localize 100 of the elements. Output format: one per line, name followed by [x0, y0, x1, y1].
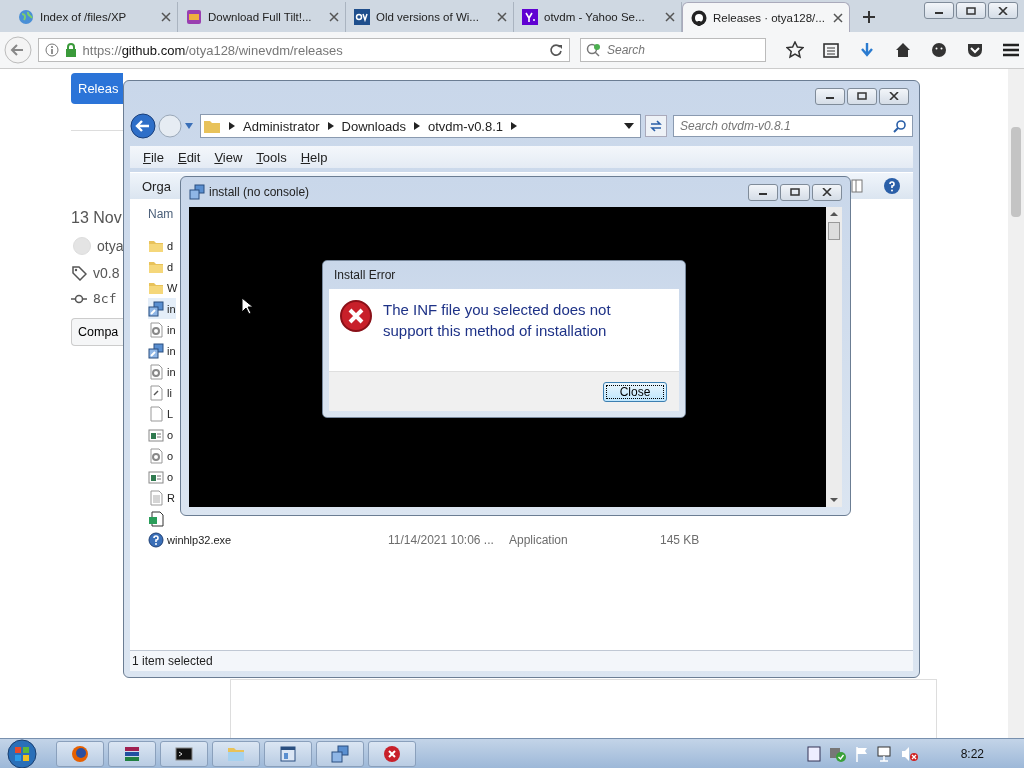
- close-tab-icon[interactable]: [833, 12, 843, 23]
- scroll-up-icon[interactable]: [829, 210, 839, 218]
- menu-item[interactable]: File: [143, 149, 164, 165]
- file-row[interactable]: li: [148, 382, 172, 403]
- maximize-button[interactable]: [956, 2, 986, 19]
- window-file-icon: [148, 426, 164, 443]
- folder-icon: [203, 118, 221, 134]
- text-file-icon: [148, 489, 164, 506]
- close-tab-icon[interactable]: [497, 12, 507, 22]
- menu-item[interactable]: View: [214, 149, 243, 165]
- file-row[interactable]: o: [148, 445, 174, 466]
- smiley-icon[interactable]: [930, 41, 948, 59]
- menu-item[interactable]: Tools: [256, 149, 287, 165]
- address-bar[interactable]: Administrator Downloads otvdm-v0.8.1: [200, 114, 641, 138]
- organize-button[interactable]: Orga: [142, 178, 171, 194]
- dropdown-icon[interactable]: [624, 123, 634, 129]
- scrollbar[interactable]: [1008, 69, 1024, 739]
- chevron-icon[interactable]: [511, 122, 518, 130]
- shield-check-icon[interactable]: [828, 745, 847, 762]
- avatar-icon: [73, 237, 91, 255]
- menu-icon[interactable]: [1002, 41, 1020, 59]
- file-row[interactable]: d: [148, 256, 174, 277]
- author-link[interactable]: otya: [97, 238, 123, 254]
- file-row[interactable]: in: [148, 298, 176, 319]
- releases-button[interactable]: Releas: [71, 73, 123, 104]
- scroll-thumb[interactable]: [1011, 127, 1021, 217]
- file-row[interactable]: [148, 508, 164, 529]
- speaker-muted-icon[interactable]: [900, 745, 919, 762]
- home-icon[interactable]: [894, 41, 912, 59]
- file-row[interactable]: in: [148, 361, 176, 382]
- file-row[interactable]: d: [148, 235, 174, 256]
- breadcrumb[interactable]: otvdm-v0.8.1: [427, 118, 504, 134]
- file-row[interactable]: W: [148, 277, 178, 298]
- close-dialog-button[interactable]: Close: [603, 381, 667, 402]
- taskbar-button[interactable]: [160, 740, 208, 767]
- column-header[interactable]: Nam: [148, 207, 174, 227]
- file-row[interactable]: in: [148, 340, 176, 361]
- file-name: o: [167, 470, 174, 483]
- chevron-icon[interactable]: [413, 122, 420, 130]
- tag-link[interactable]: v0.8: [93, 265, 120, 281]
- address-bar[interactable]: https://github.com/otya128/winevdm/releases: [37, 38, 570, 62]
- taskbar-button[interactable]: [56, 740, 104, 767]
- scroll-thumb[interactable]: [828, 222, 840, 240]
- github-logo-icon: [691, 9, 707, 26]
- ov-logo-icon: [354, 9, 370, 25]
- new-tab-icon[interactable]: [862, 10, 876, 24]
- dialog-title: Install Error: [334, 268, 396, 282]
- document-link-icon: [148, 384, 164, 401]
- yahoo-logo-icon: [522, 9, 538, 25]
- clock[interactable]: 8:22: [960, 746, 984, 761]
- pocket-icon[interactable]: [966, 41, 984, 59]
- chevron-icon[interactable]: [229, 122, 235, 130]
- close-tab-icon[interactable]: [329, 12, 339, 22]
- close-button[interactable]: [879, 87, 909, 105]
- search-field[interactable]: Search otvdm-v0.8.1: [673, 115, 913, 137]
- search-field[interactable]: Search: [580, 38, 766, 62]
- close-button[interactable]: [988, 2, 1018, 19]
- view-icon[interactable]: [851, 179, 863, 193]
- file-row[interactable]: R: [148, 487, 175, 508]
- file-name: in: [167, 302, 176, 315]
- help-icon[interactable]: [883, 177, 901, 195]
- maximize-button[interactable]: [847, 87, 877, 105]
- file-row[interactable]: in: [148, 319, 176, 340]
- release-date: 13 Nov: [71, 209, 122, 227]
- start-button[interactable]: [4, 738, 40, 768]
- commit-link[interactable]: 8cf: [93, 291, 117, 306]
- minimize-button[interactable]: [815, 87, 845, 105]
- document-icon[interactable]: [806, 745, 821, 762]
- refresh-icon[interactable]: [645, 115, 667, 137]
- window-title: install (no console): [209, 185, 311, 199]
- file-row[interactable]: o: [148, 466, 174, 487]
- menu-item[interactable]: Edit: [177, 149, 201, 165]
- download-icon[interactable]: [858, 41, 876, 59]
- compare-button[interactable]: Compa: [71, 318, 123, 346]
- scroll-down-icon[interactable]: [829, 496, 839, 504]
- maximize-button[interactable]: [780, 183, 810, 201]
- breadcrumb[interactable]: Administrator: [243, 118, 320, 134]
- taskbar-button[interactable]: [264, 740, 312, 767]
- reading-list-icon[interactable]: [822, 41, 840, 59]
- close-tab-icon[interactable]: [161, 12, 171, 22]
- chevron-icon[interactable]: [327, 122, 334, 130]
- minimize-button[interactable]: [748, 183, 778, 201]
- browser-tab[interactable]: Releases · otya128/...: [682, 2, 850, 32]
- network-icon[interactable]: [876, 745, 893, 762]
- minimize-button[interactable]: [924, 2, 954, 19]
- registry-file-icon: [148, 510, 164, 527]
- file-name: in: [167, 323, 176, 336]
- menu-item[interactable]: Help: [300, 149, 328, 165]
- taskbar-button[interactable]: [108, 740, 156, 767]
- close-tab-icon[interactable]: [665, 12, 675, 22]
- reload-icon[interactable]: [549, 43, 563, 57]
- star-icon[interactable]: [786, 41, 804, 59]
- close-button[interactable]: [812, 183, 842, 201]
- back-icon[interactable]: [130, 113, 156, 139]
- file-row[interactable]: L: [148, 403, 174, 424]
- window-app-icon: [278, 743, 298, 764]
- scrollbar[interactable]: [826, 207, 842, 507]
- breadcrumb[interactable]: Downloads: [341, 118, 406, 134]
- file-row[interactable]: o: [148, 424, 174, 445]
- globe-icon: [18, 9, 34, 25]
